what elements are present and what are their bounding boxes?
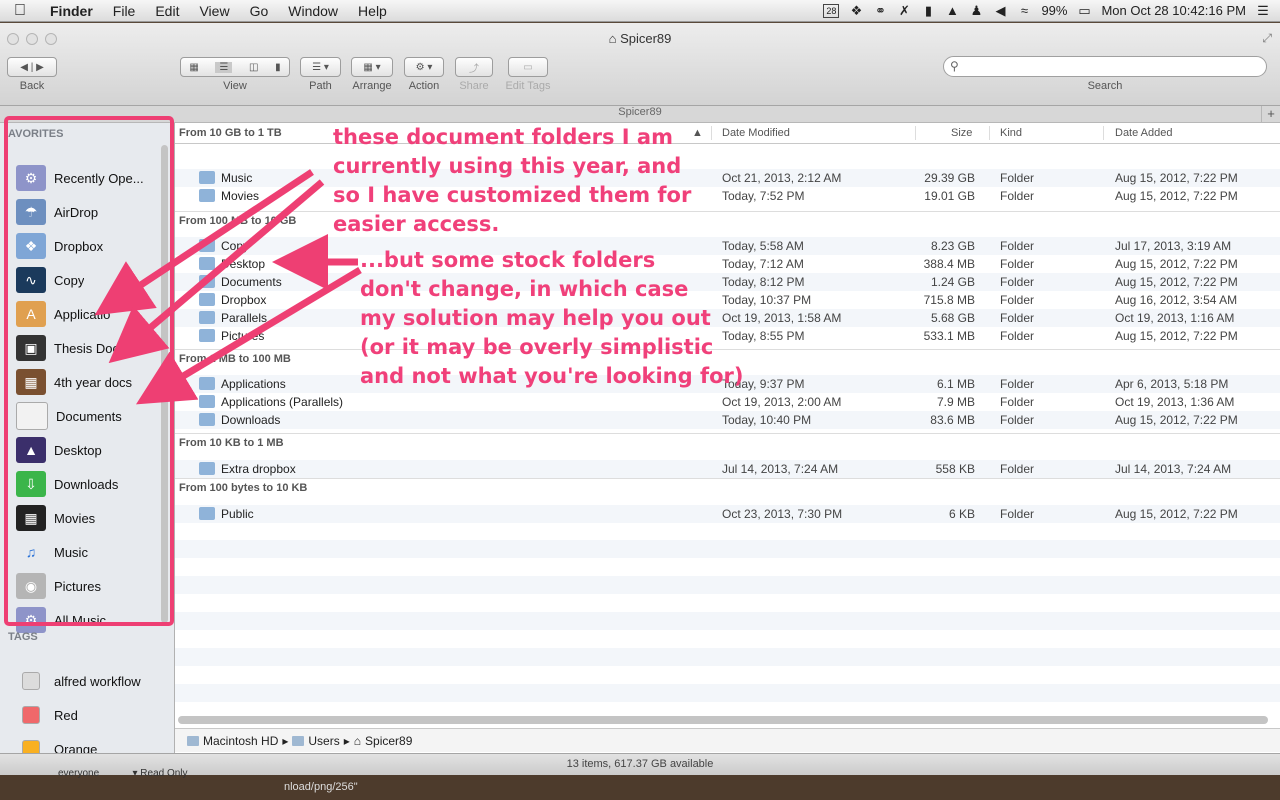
annotation-note-1: these document folders I am currently us… — [333, 125, 692, 236]
annotation-arrow-4 — [135, 266, 362, 405]
annotation-arrow-1 — [94, 169, 314, 316]
annotation-note-2: ...but some stock folders don't change, … — [360, 248, 744, 388]
annotation-arrows — [94, 169, 362, 405]
annotation-arrow-2 — [108, 179, 325, 364]
